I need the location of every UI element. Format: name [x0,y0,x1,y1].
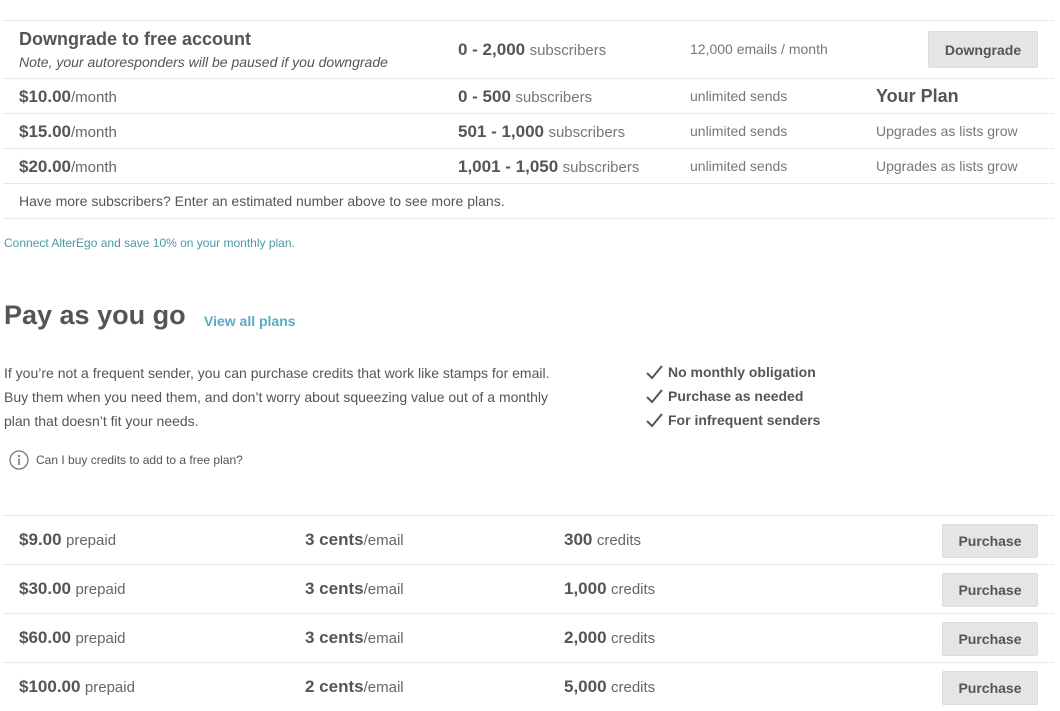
check-icon [646,365,663,380]
downgrade-title: Downgrade to free account [19,29,252,49]
credit-rate: 3 cents/email [305,579,404,598]
benefit-item: No monthly obligation [644,360,820,384]
payg-title: Pay as you go [4,300,186,330]
plan-price: $20.00/month [19,157,117,176]
purchase-button[interactable]: Purchase [942,671,1038,705]
downgrade-note: Note, your autoresponders will be paused… [19,54,388,70]
credit-row: $60.00 prepaid 3 cents/email 2,000 credi… [4,613,1054,662]
purchase-button[interactable]: Purchase [942,622,1038,656]
plan-status: Upgrades as lists grow [876,158,1018,174]
credit-amount: 300 credits [564,530,642,549]
view-all-plans-link[interactable]: View all plans [204,313,296,329]
credit-amount: 5,000 credits [564,677,656,696]
subscriber-range: 0 - 500 subscribers [458,87,593,106]
credit-row: $30.00 prepaid 3 cents/email 1,000 credi… [4,564,1054,613]
payg-description: If you’re not a frequent sender, you can… [4,365,550,429]
info-icon [9,450,29,470]
benefit-item: Purchase as needed [644,384,820,408]
credit-row: $9.00 prepaid 3 cents/email 300 credits … [4,515,1054,564]
credits-faq[interactable]: Can I buy credits to add to a free plan? [9,450,243,470]
send-limit: unlimited sends [690,158,788,174]
more-plans-row: Have more subscribers? Enter an estimate… [4,183,1054,219]
subscriber-range: 501 - 1,000 subscribers [458,122,626,141]
plan-row-free: Downgrade to free account Note, your aut… [4,20,1054,78]
send-limit: 12,000 emails / month [690,41,828,57]
downgrade-button[interactable]: Downgrade [928,31,1038,68]
your-plan-label: Your Plan [876,86,959,106]
subscriber-range: 1,001 - 1,050 subscribers [458,157,640,176]
monthly-plans-table: Downgrade to free account Note, your aut… [4,20,1054,219]
credit-rate: 3 cents/email [305,628,404,647]
benefit-item: For infrequent senders [644,408,820,432]
credit-price: $30.00 prepaid [19,579,126,598]
benefit-list: No monthly obligation Purchase as needed… [644,360,820,432]
plan-row: $10.00/month 0 - 500 subscribers unlimit… [4,78,1054,113]
plan-price: $10.00/month [19,87,117,106]
send-limit: unlimited sends [690,123,788,139]
send-limit: unlimited sends [690,88,788,104]
credit-price: $100.00 prepaid [19,677,135,696]
subscriber-range: 0 - 2,000 subscribers [458,40,607,59]
purchase-button[interactable]: Purchase [942,524,1038,558]
credit-rate: 3 cents/email [305,530,404,549]
credit-rate: 2 cents/email [305,677,404,696]
plan-price: $15.00/month [19,122,117,141]
plan-row: $20.00/month 1,001 - 1,050 subscribers u… [4,148,1054,183]
check-icon [646,413,663,428]
credit-amount: 2,000 credits [564,628,656,647]
connect-alterego-link[interactable]: Connect AlterEgo and save 10% on your mo… [4,236,295,250]
faq-question[interactable]: Can I buy credits to add to a free plan? [36,453,243,467]
credit-price: $9.00 prepaid [19,530,117,549]
check-icon [646,389,663,404]
credit-row: $100.00 prepaid 2 cents/email 5,000 cred… [4,662,1054,711]
more-subscribers-text: Have more subscribers? Enter an estimate… [19,193,505,209]
plan-status: Upgrades as lists grow [876,123,1018,139]
credit-amount: 1,000 credits [564,579,656,598]
credits-table: $9.00 prepaid 3 cents/email 300 credits … [4,515,1054,711]
purchase-button[interactable]: Purchase [942,573,1038,607]
plan-row: $15.00/month 501 - 1,000 subscribers unl… [4,113,1054,148]
credit-price: $60.00 prepaid [19,628,126,647]
